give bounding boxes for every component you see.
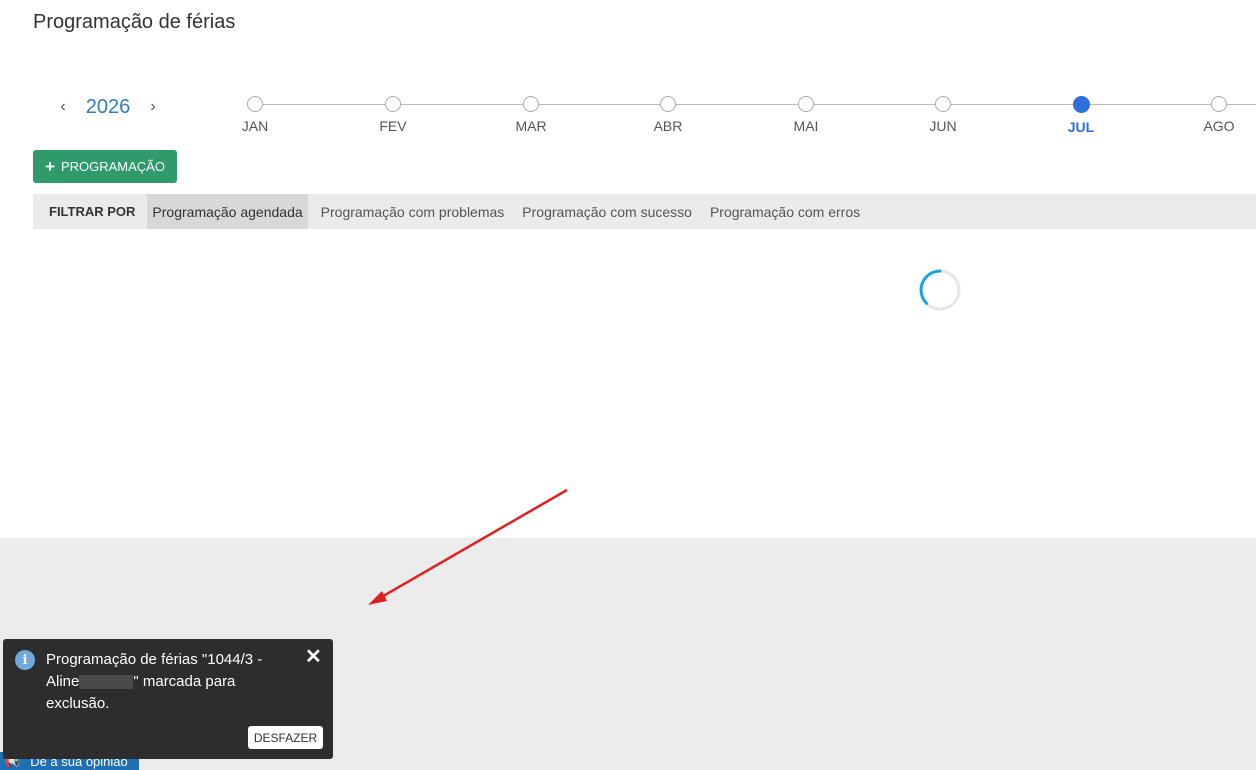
filter-bar: FILTRAR POR Programação agendada Program…	[33, 194, 1256, 229]
filter-tab-agendada[interactable]: Programação agendada	[147, 194, 308, 229]
month-jan[interactable]: JAN	[225, 96, 285, 134]
month-jul[interactable]: JUL	[1051, 96, 1111, 135]
month-dot	[247, 96, 263, 112]
filter-tab-erros[interactable]: Programação com erros	[701, 194, 869, 229]
info-icon: i	[15, 650, 35, 670]
toast-line-1: Programação de férias "1044/3 -	[46, 651, 263, 668]
month-mar[interactable]: MAR	[501, 96, 561, 134]
month-label: AGO	[1203, 118, 1235, 134]
loading-spinner-icon	[919, 269, 961, 311]
filter-tab-problemas[interactable]: Programação com problemas	[308, 194, 514, 229]
month-label: JAN	[241, 118, 269, 134]
undo-button[interactable]: DESFAZER	[248, 726, 323, 749]
toast-message: Programação de férias "1044/3 - Aline " m…	[46, 649, 296, 715]
toast-line-2-start: Aline	[46, 673, 80, 690]
month-dot	[1211, 96, 1227, 112]
month-label: MAI	[793, 118, 819, 134]
month-label: MAR	[515, 118, 547, 134]
redacted-text	[79, 675, 134, 690]
month-mai[interactable]: MAI	[776, 96, 836, 134]
month-dot	[385, 96, 401, 112]
undo-toast: i Programação de férias "1044/3 - Aline "…	[3, 639, 333, 759]
month-ago[interactable]: AGO	[1189, 96, 1249, 134]
toast-line-2-end: " marcada para	[133, 673, 236, 690]
month-abr[interactable]: ABR	[638, 96, 698, 134]
add-button-label: PROGRAMAÇÃO	[60, 159, 165, 174]
month-label: FEV	[379, 118, 407, 134]
close-icon[interactable]: ✕	[305, 644, 322, 669]
filter-tab-sucesso[interactable]: Programação com sucesso	[513, 194, 701, 229]
plus-icon: +	[45, 157, 55, 176]
month-timeline: JAN FEV MAR ABR MAI JUN JUL AGO	[0, 95, 1256, 140]
red-arrow-annotation	[368, 488, 568, 605]
month-label: ABR	[653, 118, 683, 134]
toast-line-3: exclusão.	[46, 695, 110, 712]
month-dot	[935, 96, 951, 112]
month-fev[interactable]: FEV	[363, 96, 423, 134]
month-dot	[523, 96, 539, 112]
filter-label: FILTRAR POR	[49, 204, 136, 219]
month-jun[interactable]: JUN	[913, 96, 973, 134]
add-programacao-button[interactable]: + PROGRAMAÇÃO	[33, 150, 177, 183]
month-dot-selected	[1072, 96, 1090, 113]
page-title: Programação de férias	[33, 11, 236, 33]
month-label: JUN	[929, 118, 957, 134]
month-dot	[798, 96, 814, 112]
month-label: JUL	[1067, 119, 1095, 135]
month-dot	[660, 96, 676, 112]
